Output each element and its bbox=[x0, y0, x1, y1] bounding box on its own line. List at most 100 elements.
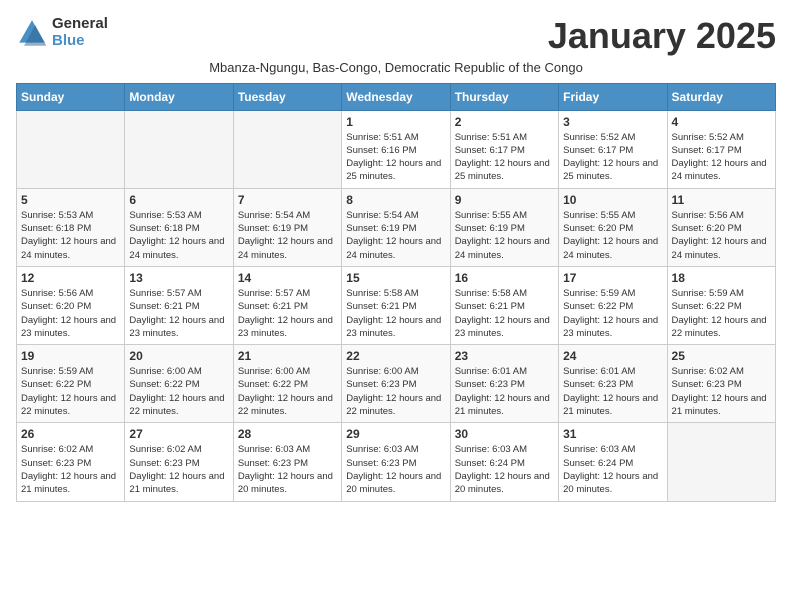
calendar-day-cell: 28 Sunrise: 6:03 AMSunset: 6:23 PMDayligh… bbox=[233, 423, 341, 501]
calendar-day-cell: 12 Sunrise: 5:56 AMSunset: 6:20 PMDayligh… bbox=[17, 266, 125, 344]
calendar-day-cell: 21 Sunrise: 6:00 AMSunset: 6:22 PMDayligh… bbox=[233, 345, 341, 423]
calendar-day-cell bbox=[667, 423, 775, 501]
calendar-day-cell: 22Sunrise: 6:00 AMSunset: 6:23 PMDayligh… bbox=[342, 345, 450, 423]
calendar-day-cell: 23Sunrise: 6:01 AMSunset: 6:23 PMDayligh… bbox=[450, 345, 558, 423]
day-number: 15 bbox=[346, 271, 445, 285]
calendar-day-cell: 8 Sunrise: 5:54 AMSunset: 6:19 PMDaylight… bbox=[342, 188, 450, 266]
calendar-day-cell: 11 Sunrise: 5:56 AMSunset: 6:20 PMDayligh… bbox=[667, 188, 775, 266]
day-info: Sunrise: 5:52 AMSunset: 6:17 PMDaylight:… bbox=[672, 131, 771, 184]
day-info: Sunrise: 5:52 AMSunset: 6:17 PMDaylight:… bbox=[563, 131, 662, 184]
calendar-day-cell: 7Sunrise: 5:54 AMSunset: 6:19 PMDaylight… bbox=[233, 188, 341, 266]
day-number: 31 bbox=[563, 427, 662, 441]
day-number: 8 bbox=[346, 193, 445, 207]
day-number: 29 bbox=[346, 427, 445, 441]
calendar-day-cell: 10 Sunrise: 5:55 AMSunset: 6:20 PMDayligh… bbox=[559, 188, 667, 266]
day-number: 27 bbox=[129, 427, 228, 441]
day-of-week-header: Sunday bbox=[17, 83, 125, 110]
title-block: January 2025 bbox=[548, 16, 776, 56]
day-info: Sunrise: 6:02 AMSunset: 6:23 PMDaylight:… bbox=[672, 365, 771, 418]
calendar-day-cell: 17Sunrise: 5:59 AMSunset: 6:22 PMDayligh… bbox=[559, 266, 667, 344]
calendar-day-cell: 14 Sunrise: 5:57 AMSunset: 6:21 PMDayligh… bbox=[233, 266, 341, 344]
day-info: Sunrise: 6:03 AMSunset: 6:24 PMDaylight:… bbox=[563, 443, 662, 496]
calendar-week-row: 26 Sunrise: 6:02 AMSunset: 6:23 PMDayligh… bbox=[17, 423, 776, 501]
day-info: Sunrise: 5:56 AMSunset: 6:20 PMDaylight:… bbox=[672, 209, 771, 262]
day-info: Sunrise: 5:51 AMSunset: 6:17 PMDaylight:… bbox=[455, 131, 554, 184]
calendar-day-cell: 18 Sunrise: 5:59 AMSunset: 6:22 PMDayligh… bbox=[667, 266, 775, 344]
day-number: 16 bbox=[455, 271, 554, 285]
day-number: 25 bbox=[672, 349, 771, 363]
day-info: Sunrise: 5:59 AMSunset: 6:22 PMDaylight:… bbox=[672, 287, 771, 340]
day-of-week-header: Monday bbox=[125, 83, 233, 110]
calendar-day-cell: 2 Sunrise: 5:51 AMSunset: 6:17 PMDaylight… bbox=[450, 110, 558, 188]
calendar-day-cell bbox=[17, 110, 125, 188]
logo-blue: Blue bbox=[52, 33, 108, 50]
calendar-header: SundayMondayTuesdayWednesdayThursdayFrid… bbox=[17, 83, 776, 110]
day-of-week-header: Saturday bbox=[667, 83, 775, 110]
day-info: Sunrise: 5:57 AMSunset: 6:21 PMDaylight:… bbox=[129, 287, 228, 340]
month-title: January 2025 bbox=[548, 16, 776, 56]
day-number: 14 bbox=[238, 271, 337, 285]
calendar-day-cell: 31 Sunrise: 6:03 AMSunset: 6:24 PMDayligh… bbox=[559, 423, 667, 501]
day-info: Sunrise: 5:53 AMSunset: 6:18 PMDaylight:… bbox=[21, 209, 120, 262]
day-info: Sunrise: 5:58 AMSunset: 6:21 PMDaylight:… bbox=[346, 287, 445, 340]
calendar-week-row: 19Sunrise: 5:59 AMSunset: 6:22 PMDayligh… bbox=[17, 345, 776, 423]
day-info: Sunrise: 6:02 AMSunset: 6:23 PMDaylight:… bbox=[129, 443, 228, 496]
day-info: Sunrise: 6:01 AMSunset: 6:23 PMDaylight:… bbox=[563, 365, 662, 418]
day-number: 10 bbox=[563, 193, 662, 207]
day-number: 12 bbox=[21, 271, 120, 285]
day-info: Sunrise: 5:51 AMSunset: 6:16 PMDaylight:… bbox=[346, 131, 445, 184]
calendar-table: SundayMondayTuesdayWednesdayThursdayFrid… bbox=[16, 83, 776, 502]
day-info: Sunrise: 5:56 AMSunset: 6:20 PMDaylight:… bbox=[21, 287, 120, 340]
day-info: Sunrise: 5:57 AMSunset: 6:21 PMDaylight:… bbox=[238, 287, 337, 340]
day-number: 6 bbox=[129, 193, 228, 207]
day-info: Sunrise: 5:55 AMSunset: 6:20 PMDaylight:… bbox=[563, 209, 662, 262]
calendar-day-cell: 20 Sunrise: 6:00 AMSunset: 6:22 PMDayligh… bbox=[125, 345, 233, 423]
calendar-day-cell: 25 Sunrise: 6:02 AMSunset: 6:23 PMDayligh… bbox=[667, 345, 775, 423]
calendar-day-cell: 5 Sunrise: 5:53 AMSunset: 6:18 PMDaylight… bbox=[17, 188, 125, 266]
day-number: 23 bbox=[455, 349, 554, 363]
day-info: Sunrise: 6:03 AMSunset: 6:23 PMDaylight:… bbox=[238, 443, 337, 496]
day-info: Sunrise: 5:53 AMSunset: 6:18 PMDaylight:… bbox=[129, 209, 228, 262]
day-number: 2 bbox=[455, 115, 554, 129]
day-number: 18 bbox=[672, 271, 771, 285]
calendar-day-cell: 19Sunrise: 5:59 AMSunset: 6:22 PMDayligh… bbox=[17, 345, 125, 423]
day-info: Sunrise: 5:54 AMSunset: 6:19 PMDaylight:… bbox=[346, 209, 445, 262]
day-number: 13 bbox=[129, 271, 228, 285]
calendar-day-cell: 26Sunrise: 6:02 AMSunset: 6:23 PMDayligh… bbox=[17, 423, 125, 501]
day-number: 28 bbox=[238, 427, 337, 441]
day-number: 7 bbox=[238, 193, 337, 207]
calendar-day-cell: 13 Sunrise: 5:57 AMSunset: 6:21 PMDayligh… bbox=[125, 266, 233, 344]
calendar-day-cell: 9 Sunrise: 5:55 AMSunset: 6:19 PMDaylight… bbox=[450, 188, 558, 266]
calendar-body: 1 Sunrise: 5:51 AMSunset: 6:16 PMDaylight… bbox=[17, 110, 776, 501]
logo-icon bbox=[16, 17, 48, 49]
day-info: Sunrise: 6:03 AMSunset: 6:24 PMDaylight:… bbox=[455, 443, 554, 496]
day-info: Sunrise: 5:58 AMSunset: 6:21 PMDaylight:… bbox=[455, 287, 554, 340]
day-of-week-header: Thursday bbox=[450, 83, 558, 110]
subtitle: Mbanza-Ngungu, Bas-Congo, Democratic Rep… bbox=[16, 60, 776, 75]
day-number: 1 bbox=[346, 115, 445, 129]
day-of-week-header: Friday bbox=[559, 83, 667, 110]
logo-text: General Blue bbox=[52, 16, 108, 49]
day-info: Sunrise: 6:03 AMSunset: 6:23 PMDaylight:… bbox=[346, 443, 445, 496]
day-info: Sunrise: 6:00 AMSunset: 6:22 PMDaylight:… bbox=[238, 365, 337, 418]
day-number: 11 bbox=[672, 193, 771, 207]
day-of-week-header: Wednesday bbox=[342, 83, 450, 110]
calendar-day-cell: 6 Sunrise: 5:53 AMSunset: 6:18 PMDaylight… bbox=[125, 188, 233, 266]
calendar-week-row: 1 Sunrise: 5:51 AMSunset: 6:16 PMDaylight… bbox=[17, 110, 776, 188]
day-number: 9 bbox=[455, 193, 554, 207]
day-info: Sunrise: 6:00 AMSunset: 6:22 PMDaylight:… bbox=[129, 365, 228, 418]
page-header: General Blue January 2025 bbox=[16, 16, 776, 56]
logo-general: General bbox=[52, 16, 108, 33]
day-info: Sunrise: 6:00 AMSunset: 6:23 PMDaylight:… bbox=[346, 365, 445, 418]
day-number: 20 bbox=[129, 349, 228, 363]
calendar-day-cell: 4 Sunrise: 5:52 AMSunset: 6:17 PMDaylight… bbox=[667, 110, 775, 188]
day-number: 26 bbox=[21, 427, 120, 441]
day-number: 5 bbox=[21, 193, 120, 207]
day-number: 4 bbox=[672, 115, 771, 129]
calendar-day-cell: 24 Sunrise: 6:01 AMSunset: 6:23 PMDayligh… bbox=[559, 345, 667, 423]
day-number: 24 bbox=[563, 349, 662, 363]
logo: General Blue bbox=[16, 16, 108, 49]
day-number: 21 bbox=[238, 349, 337, 363]
day-info: Sunrise: 5:55 AMSunset: 6:19 PMDaylight:… bbox=[455, 209, 554, 262]
calendar-day-cell: 16 Sunrise: 5:58 AMSunset: 6:21 PMDayligh… bbox=[450, 266, 558, 344]
